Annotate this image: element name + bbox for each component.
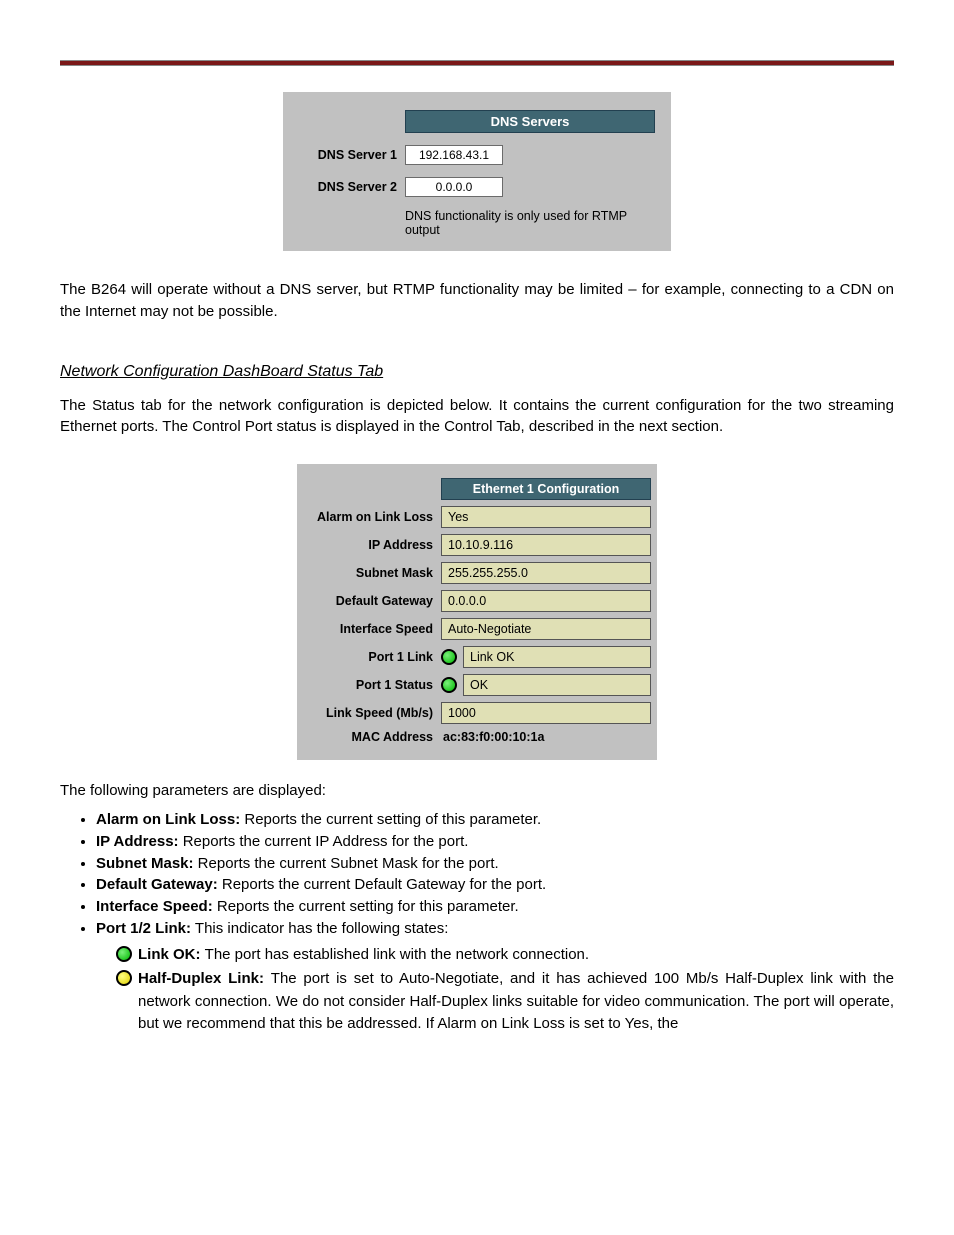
ethernet-panel: Ethernet 1 Configuration Alarm on Link L…: [297, 464, 657, 760]
dns-server1-input[interactable]: [405, 145, 503, 165]
status-led-green-icon: [441, 649, 457, 665]
mask-value: 255.255.255.0: [441, 562, 651, 584]
dns-note: DNS functionality is only used for RTMP …: [295, 209, 655, 237]
dns-panel: DNS Servers DNS Server 1 DNS Server 2 DN…: [283, 92, 671, 251]
gw-label: Default Gateway: [303, 594, 441, 608]
linkspeed-value: 1000: [441, 702, 651, 724]
dns-server2-input[interactable]: [405, 177, 503, 197]
led-yellow-icon: [116, 970, 132, 986]
led-green-icon: [116, 946, 132, 962]
speed-label: Interface Speed: [303, 622, 441, 636]
page-root: DNS Servers DNS Server 1 DNS Server 2 DN…: [0, 0, 954, 1078]
params-list: Alarm on Link Loss: Reports the current …: [96, 809, 894, 940]
dns-server1-label: DNS Server 1: [295, 148, 405, 162]
gw-value: 0.0.0.0: [441, 590, 651, 612]
mac-value: ac:83:f0:00:10:1a: [441, 730, 651, 744]
ip-label: IP Address: [303, 538, 441, 552]
indicator-half-duplex: Half-Duplex Link: The port is set to Aut…: [116, 968, 894, 1036]
port-link-label: Port 1 Link: [303, 650, 441, 664]
top-rule: [60, 60, 894, 66]
param-gw: Default Gateway: Reports the current Def…: [96, 874, 894, 896]
dns-server2-label: DNS Server 2: [295, 180, 405, 194]
dns-server1-row: DNS Server 1: [295, 145, 655, 165]
dns-header-row: DNS Servers: [295, 110, 655, 133]
param-speed: Interface Speed: Reports the current set…: [96, 896, 894, 918]
port-status-value: OK: [463, 674, 651, 696]
mac-label: MAC Address: [303, 730, 441, 744]
section-heading: Network Configuration DashBoard Status T…: [60, 363, 894, 381]
status-led-green-icon: [441, 677, 457, 693]
alarm-value: Yes: [441, 506, 651, 528]
param-mask: Subnet Mask: Reports the current Subnet …: [96, 853, 894, 875]
dns-server2-row: DNS Server 2: [295, 177, 655, 197]
param-ip: IP Address: Reports the current IP Addre…: [96, 831, 894, 853]
port-status-label: Port 1 Status: [303, 678, 441, 692]
param-portlink: Port 1/2 Link: This indicator has the fo…: [96, 918, 894, 940]
speed-value: Auto-Negotiate: [441, 618, 651, 640]
params-intro: The following parameters are displayed:: [60, 782, 894, 799]
alarm-label: Alarm on Link Loss: [303, 510, 441, 524]
ip-value: 10.10.9.116: [441, 534, 651, 556]
mask-label: Subnet Mask: [303, 566, 441, 580]
intro-paragraph: The B264 will operate without a DNS serv…: [60, 279, 894, 323]
linkspeed-label: Link Speed (Mb/s): [303, 706, 441, 720]
port-link-value: Link OK: [463, 646, 651, 668]
status-paragraph: The Status tab for the network configura…: [60, 395, 894, 439]
eth-header: Ethernet 1 Configuration: [441, 478, 651, 500]
indicator-link-ok: Link OK: The port has established link w…: [116, 944, 894, 967]
param-alarm: Alarm on Link Loss: Reports the current …: [96, 809, 894, 831]
dns-header: DNS Servers: [405, 110, 655, 133]
indicator-sublist: Link OK: The port has established link w…: [116, 944, 894, 1036]
